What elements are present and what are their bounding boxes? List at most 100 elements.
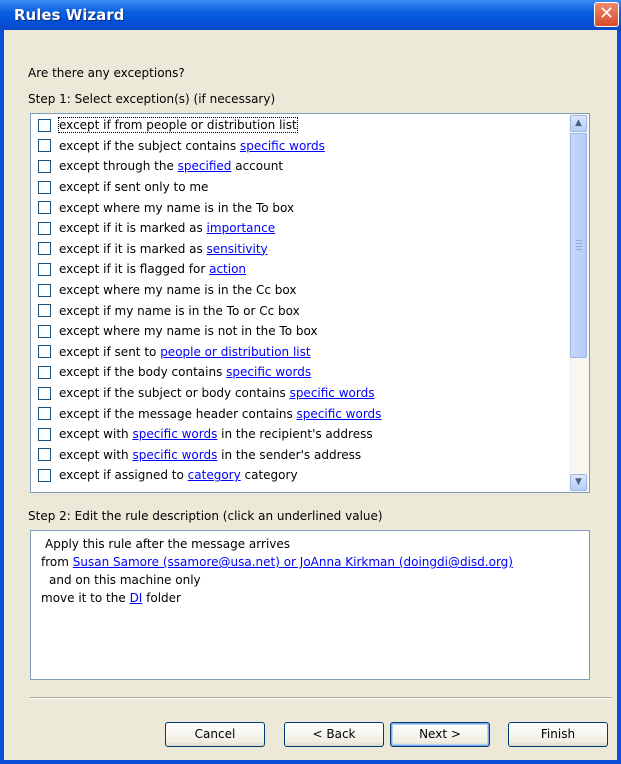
exception-label: except if the subject contains [59,138,240,153]
exception-row[interactable]: except with specific words in the sender… [31,445,569,466]
exception-checkbox[interactable] [38,324,51,338]
grip-line [576,243,582,244]
exception-row[interactable]: except if from people or distribution li… [31,115,569,136]
exception-label-suffix: category [240,468,298,483]
exception-link[interactable]: specific words [290,386,375,400]
finish-button[interactable]: Finish [508,722,608,747]
exception-checkbox[interactable] [38,159,51,173]
exception-label-suffix: in the recipient's address [217,427,373,442]
scroll-thumb[interactable] [570,133,587,358]
exception-checkbox[interactable] [38,345,51,359]
exception-text: except through the specified account [59,159,283,173]
exception-row[interactable]: except if my name is in the To or Cc box [31,300,569,321]
exception-checkbox[interactable] [38,386,51,400]
exception-checkbox[interactable] [38,201,51,215]
exception-row[interactable]: except where my name is in the To box [31,197,569,218]
description-line-2: from Susan Samore (ssamore@usa.net) or J… [41,553,589,571]
exception-link[interactable]: action [209,262,246,276]
step2-label: Step 2: Edit the rule description (click… [28,509,383,523]
exception-row[interactable]: except if it is marked as importance [31,218,569,239]
grip-line [576,240,582,241]
exception-checkbox[interactable] [38,407,51,421]
exception-checkbox[interactable] [38,365,51,379]
exception-label: except if it is flagged for [59,262,210,277]
description-from-text: from [41,555,73,569]
exception-checkbox[interactable] [38,468,51,482]
exception-text: except if my name is in the To or Cc box [59,304,300,318]
exception-row[interactable]: except if sent only to me [31,177,569,198]
exceptions-question: Are there any exceptions? [28,66,185,80]
cancel-button[interactable]: Cancel [165,722,265,747]
vertical-scrollbar[interactable]: ▲ ▼ [569,114,589,492]
exception-link[interactable]: importance [207,221,276,235]
exception-row[interactable]: except if the body contains specific wor… [31,362,569,383]
exception-row[interactable]: except where my name is in the Cc box [31,280,569,301]
exception-checkbox[interactable] [38,304,51,318]
exception-link[interactable]: specified [178,159,232,173]
exception-checkbox[interactable] [38,283,51,297]
exception-text: except if the subject or body contains s… [59,386,374,400]
exceptions-list[interactable]: except if from people or distribution li… [30,113,590,493]
exception-text: except if sent only to me [59,180,208,194]
exception-row[interactable]: except if sent to people or distribution… [31,342,569,363]
exception-link[interactable]: specific words [226,365,311,379]
exception-checkbox[interactable] [38,221,51,235]
exception-label: except with [59,427,133,442]
exception-label-suffix: in the sender's address [217,447,362,462]
next-button[interactable]: Next > [390,722,490,747]
exception-row[interactable]: except if it is marked as sensitivity [31,239,569,260]
back-button[interactable]: < Back [284,722,384,747]
separator-line [30,697,612,699]
grip-line [576,246,582,247]
exception-row[interactable]: except where my name is not in the To bo… [31,321,569,342]
exception-checkbox[interactable] [38,180,51,194]
exception-text: except if it is marked as sensitivity [59,242,268,256]
exception-row[interactable]: except if it is flagged for action [31,259,569,280]
exception-link[interactable]: people or distribution list [160,345,310,359]
scroll-down-button[interactable]: ▼ [570,474,587,491]
exception-text: except if sent to people or distribution… [59,345,311,359]
exception-label: except if from people or distribution li… [59,118,297,133]
exception-text: except if it is marked as importance [59,221,275,235]
exception-checkbox[interactable] [38,242,51,256]
exception-row[interactable]: except with specific words in the recipi… [31,424,569,445]
rules-wizard-window: Rules Wizard ✕ Are there any exceptions?… [0,0,621,764]
description-line-1: Apply this rule after the message arrive… [45,537,291,551]
exception-link[interactable]: specific words [240,139,325,153]
exception-checkbox[interactable] [38,262,51,276]
grip-line [576,249,582,250]
exception-checkbox[interactable] [38,139,51,153]
close-button[interactable]: ✕ [594,2,619,27]
exception-text: except if the subject contains specific … [59,139,325,153]
exception-label: except if it is marked as [59,241,207,256]
exception-row[interactable]: except if the subject or body contains s… [31,383,569,404]
scroll-up-button[interactable]: ▲ [570,115,587,132]
exception-text: except with specific words in the recipi… [59,427,373,441]
scroll-down-icon: ▼ [575,477,582,487]
title-bar[interactable]: Rules Wizard ✕ [0,0,621,30]
exception-row[interactable]: except if assigned to category category [31,465,569,486]
exception-label: except if assigned to [59,468,188,483]
exception-link[interactable]: category [188,468,241,482]
exception-link[interactable]: specific words [132,427,217,441]
description-folder-text: folder [142,591,181,605]
exception-link[interactable]: specific words [297,407,382,421]
exception-row[interactable]: except if the subject contains specific … [31,136,569,157]
exception-row[interactable]: except if the message header contains sp… [31,403,569,424]
exception-text: except if the body contains specific wor… [59,365,311,379]
exception-link[interactable]: specific words [132,448,217,462]
folder-link[interactable]: DI [130,591,143,605]
exception-label: except if it is marked as [59,221,207,236]
exception-label: except if the body contains [59,365,227,380]
exception-row[interactable]: except through the specified account [31,156,569,177]
exception-checkbox[interactable] [38,118,51,132]
exception-label: except if sent only to me [59,180,209,195]
exception-link[interactable]: sensitivity [207,242,268,256]
exception-label-suffix: account [231,159,284,174]
senders-link[interactable]: Susan Samore (ssamore@usa.net) or JoAnna… [73,555,513,569]
description-line-4: move it to the DI folder [41,589,589,607]
exception-checkbox[interactable] [38,427,51,441]
exception-checkbox[interactable] [38,448,51,462]
exception-label: except if the subject or body contains [59,386,290,401]
rule-description-box: Apply this rule after the message arrive… [30,530,590,680]
